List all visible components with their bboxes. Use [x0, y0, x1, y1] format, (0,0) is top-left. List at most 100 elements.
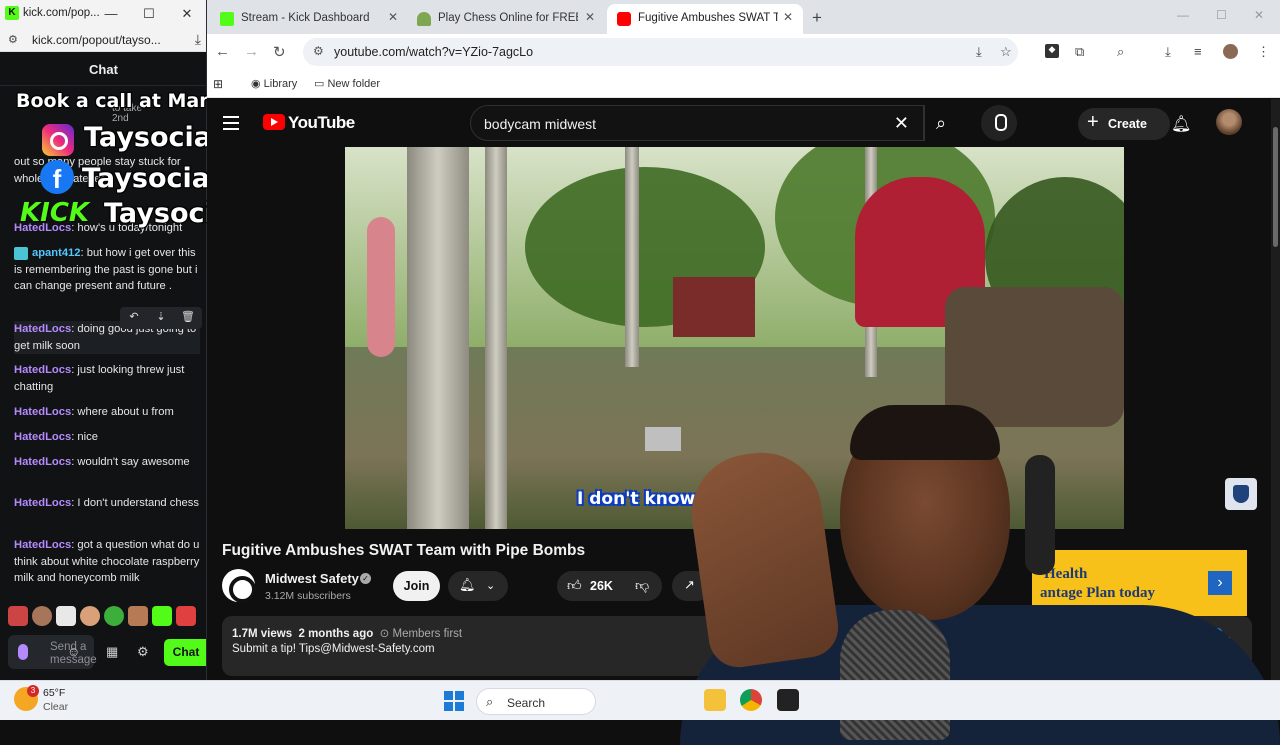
send-chat-button[interactable]: Chat: [164, 639, 206, 666]
gear-icon[interactable]: ⚙: [137, 644, 149, 660]
message-user[interactable]: HatedLocs: [14, 456, 71, 468]
search-button[interactable]: ⌕: [924, 105, 962, 141]
join-button[interactable]: Join: [393, 571, 440, 601]
emote-icon[interactable]: [32, 606, 52, 626]
notifications-bell-icon[interactable]: 🔔︎: [1171, 114, 1191, 134]
site-settings-icon[interactable]: ⚙: [8, 33, 18, 46]
message-user[interactable]: HatedLocs: [14, 323, 71, 335]
menu-kebab-icon[interactable]: ⋮: [1257, 44, 1270, 60]
microphone-icon[interactable]: [18, 644, 28, 660]
chrome-icon[interactable]: [740, 689, 762, 711]
emote-icon[interactable]: [56, 606, 76, 626]
subscription-bell-button[interactable]: 🔔︎ ⌄: [448, 571, 508, 601]
close-tab-icon[interactable]: ✕: [388, 10, 398, 24]
hamburger-menu-icon[interactable]: [223, 116, 239, 134]
kick-address-bar[interactable]: ⚙ kick.com/popout/tayso... ⤓: [0, 28, 206, 52]
chat-input[interactable]: Send a message: [8, 635, 97, 669]
weather-badge: 3: [27, 685, 39, 697]
search-query[interactable]: bodycam midwest: [484, 116, 596, 132]
delete-icon[interactable]: 🗑: [179, 310, 197, 326]
chess-favicon-icon: [417, 12, 431, 26]
emote-icon[interactable]: [176, 606, 196, 626]
extensions-puzzle-icon[interactable]: ⧉: [1075, 44, 1084, 60]
microphone-icon: [840, 610, 950, 740]
view-count: 1.7M views: [232, 628, 293, 640]
message-text: nice: [77, 431, 98, 443]
emote-icon[interactable]: [128, 606, 148, 626]
facebook-icon: f: [40, 160, 74, 194]
emote-icon[interactable]: [80, 606, 100, 626]
minimize-button[interactable]: —: [1177, 8, 1189, 22]
youtube-favicon-icon: [617, 12, 631, 26]
tab-search-icon[interactable]: ⌕: [1117, 44, 1124, 60]
search-input[interactable]: bodycam midwest ✕: [470, 105, 924, 141]
emote-icon[interactable]: [8, 606, 28, 626]
obs-icon[interactable]: [777, 689, 799, 711]
download-icon[interactable]: ⤓: [195, 31, 201, 48]
message-user[interactable]: HatedLocs: [14, 431, 71, 443]
profile-avatar[interactable]: [1223, 44, 1238, 59]
thumbs-up-icon[interactable]: 👍︎: [567, 577, 582, 594]
close-button[interactable]: ✕: [176, 4, 198, 24]
bookmark-star-icon[interactable]: ☆: [1000, 44, 1012, 60]
emote-icon[interactable]: [152, 606, 172, 626]
extension-icon[interactable]: ◆: [1045, 44, 1059, 58]
back-button[interactable]: ←: [215, 43, 230, 60]
message-user[interactable]: HatedLocs: [14, 497, 71, 509]
tab-chess[interactable]: Play Chess Online for FREE - 2 P ✕: [407, 4, 607, 34]
message-user[interactable]: HatedLocs: [14, 406, 71, 418]
maximize-button[interactable]: ☐: [138, 4, 160, 24]
youtube-wordmark[interactable]: YouTube: [288, 113, 355, 133]
install-icon[interactable]: ⤓: [976, 44, 982, 60]
tab-kick-dashboard[interactable]: Stream - Kick Dashboard ✕: [210, 4, 405, 34]
create-button[interactable]: + Create: [1078, 108, 1170, 140]
taskbar-search[interactable]: ⌕ Search: [476, 688, 596, 715]
pin-icon[interactable]: ⇣: [152, 310, 170, 326]
apps-grid-icon[interactable]: ⊞: [213, 77, 223, 91]
voice-search-icon[interactable]: [981, 105, 1017, 141]
channel-avatar[interactable]: [222, 569, 256, 603]
like-count[interactable]: 26K: [590, 579, 613, 593]
youtube-logo-icon[interactable]: [263, 114, 285, 130]
reload-button[interactable]: ↻: [273, 43, 286, 61]
webcam-hand: [684, 444, 842, 672]
bookmarks-bar: ⊞ ◉ Library ▭ New folder: [207, 70, 1280, 98]
message-user[interactable]: HatedLocs: [14, 364, 71, 376]
emote-bar: [8, 606, 200, 628]
reply-icon[interactable]: ↶: [125, 310, 143, 326]
address-bar[interactable]: ⚙ youtube.com/watch?v=YZio-7agcLo ⤓ ☆: [303, 38, 1018, 66]
video-shed: [673, 277, 755, 337]
video-tree: [485, 147, 507, 529]
channel-name[interactable]: Midwest Safety: [265, 571, 359, 586]
close-tab-icon[interactable]: ✕: [783, 10, 793, 24]
chat-message: HatedLocs: nice: [14, 431, 98, 443]
plus-icon: +: [1087, 111, 1099, 133]
downloads-icon[interactable]: ⤓: [1165, 44, 1171, 60]
start-button-icon[interactable]: [444, 691, 464, 711]
bookmark-new-folder[interactable]: ▭ New folder: [314, 77, 380, 90]
search-icon: ⌕: [936, 113, 947, 133]
message-user[interactable]: HatedLocs: [14, 539, 71, 551]
new-tab-button[interactable]: +: [812, 8, 822, 28]
address-url[interactable]: youtube.com/watch?v=YZio-7agcLo: [334, 45, 533, 59]
clear-search-icon[interactable]: ✕: [894, 113, 909, 134]
media-controls-icon[interactable]: ≡: [1194, 44, 1202, 59]
site-info-icon[interactable]: ⚙: [313, 44, 324, 58]
forward-button[interactable]: →: [244, 43, 259, 60]
kick-titlebar: K kick.com/pop... — ☐ ✕: [0, 0, 206, 28]
weather-temperature[interactable]: 65°F: [43, 687, 65, 699]
account-avatar[interactable]: [1216, 109, 1242, 135]
file-explorer-icon[interactable]: [704, 689, 726, 711]
minimize-button[interactable]: —: [100, 4, 122, 24]
weather-condition[interactable]: Clear: [43, 701, 68, 713]
maximize-button[interactable]: ☐: [1216, 8, 1227, 22]
tab-youtube[interactable]: Fugitive Ambushes SWAT Team ✕: [607, 4, 803, 34]
chat-title: Chat: [89, 62, 118, 77]
emoji-icon[interactable]: ☺: [67, 644, 80, 659]
kick-url[interactable]: kick.com/popout/tayso...: [32, 33, 161, 47]
close-window-button[interactable]: ✕: [1254, 8, 1264, 22]
bookmark-library[interactable]: ◉ Library: [251, 77, 297, 90]
store-icon[interactable]: ▦: [106, 644, 118, 660]
close-tab-icon[interactable]: ✕: [585, 10, 595, 24]
emote-icon[interactable]: [104, 606, 124, 626]
